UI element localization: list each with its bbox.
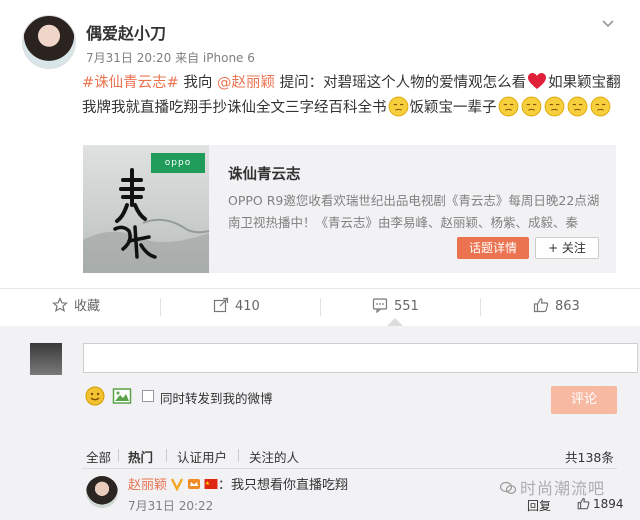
divider [320, 298, 321, 316]
verified-v-icon [170, 478, 184, 491]
sad-face-emoji-icon [388, 96, 408, 116]
comment-count: 551 [394, 299, 419, 314]
divider [82, 468, 617, 469]
chevron-down-icon[interactable] [598, 14, 618, 34]
china-flag-icon [204, 479, 218, 489]
sad-face-emoji-icon [544, 96, 564, 116]
image-icon[interactable] [112, 386, 132, 406]
sad-face-emoji-icon [567, 96, 587, 116]
like-count: 863 [555, 299, 580, 314]
current-user-avatar [30, 343, 62, 375]
divider [480, 298, 481, 316]
thumbs-up-icon [533, 298, 549, 313]
comment-timestamp: 7月31日 20:22 [128, 499, 214, 513]
watermark-text: 时尚潮流吧 [520, 479, 606, 498]
comment-icon [372, 298, 388, 314]
commenter-avatar[interactable] [86, 476, 118, 508]
post-text-part: 饭颖宝一辈子 [409, 99, 497, 116]
author-name[interactable]: 偶爱赵小刀 [86, 20, 166, 44]
topic-details-button[interactable]: 话题详情 [457, 237, 529, 259]
comment-like-count: 1894 [593, 497, 624, 511]
comment-item: 赵丽颖 ：我只想看你直播吃翔 [128, 474, 348, 493]
comment-text: ：我只想看你直播吃翔 [218, 478, 349, 493]
card-description: OPPO R9邀您收看欢瑞世纪出品电视剧《青云志》每周日晚22点湖南卫视热播中！… [228, 193, 600, 230]
wechat-icon [499, 481, 517, 494]
comment-pointer [387, 318, 403, 326]
mention-link[interactable]: @赵丽颖 [217, 75, 275, 91]
oppo-logo: oppo [151, 153, 205, 173]
favorite-button[interactable]: 收藏 [52, 288, 100, 326]
divider [118, 449, 119, 462]
comment-total: 共138条 [565, 450, 614, 465]
post-meta: 7月31日 20:20 来自 iPhone 6 [86, 51, 255, 65]
author-avatar[interactable] [22, 15, 76, 69]
repost-checkbox-label[interactable]: 同时转发到我的微博 [160, 388, 273, 407]
follow-button[interactable]: + 关注 [535, 237, 599, 259]
star-icon [52, 297, 68, 313]
favorite-label: 收藏 [74, 299, 101, 314]
filter-following[interactable]: 关注的人 [249, 447, 299, 466]
sad-face-emoji-icon [590, 96, 610, 116]
divider [238, 449, 239, 462]
comment-input[interactable] [83, 343, 638, 373]
submit-comment-button[interactable]: 评论 [551, 386, 617, 414]
commenter-name[interactable]: 赵丽颖 [128, 478, 167, 493]
filter-hot[interactable]: 热门 [128, 447, 153, 466]
post-body: #诛仙青云志# 我向 @赵丽颖 提问：对碧瑶这个人物的爱情观怎么看 如果颖宝翻我… [82, 71, 630, 120]
divider [166, 449, 167, 462]
share-icon [213, 297, 229, 313]
watermark: 时尚潮流吧 [499, 475, 606, 499]
divider [160, 298, 161, 316]
post-text-part: 我向 [178, 75, 218, 91]
repost-count: 410 [235, 299, 260, 314]
repost-checkbox[interactable] [142, 390, 154, 402]
heart-emoji-icon [528, 73, 547, 89]
card-title[interactable]: 诛仙青云志 [228, 163, 301, 184]
sad-face-emoji-icon [521, 96, 541, 116]
post-text-part: 提问：对碧瑶这个人物的爱情观怎么看 [275, 75, 527, 91]
reply-link[interactable]: 回复 [527, 497, 551, 514]
like-button[interactable]: 863 [533, 288, 580, 326]
emoji-icon[interactable] [85, 386, 105, 406]
filter-verified[interactable]: 认证用户 [177, 447, 227, 466]
sad-face-emoji-icon [498, 96, 518, 116]
repost-button[interactable]: 410 [213, 288, 260, 326]
filter-all[interactable]: 全部 [86, 447, 111, 466]
topic-link[interactable]: #诛仙青云志# [82, 75, 179, 91]
comment-like-button[interactable]: 1894 [577, 497, 624, 511]
member-crown-icon [188, 479, 201, 489]
